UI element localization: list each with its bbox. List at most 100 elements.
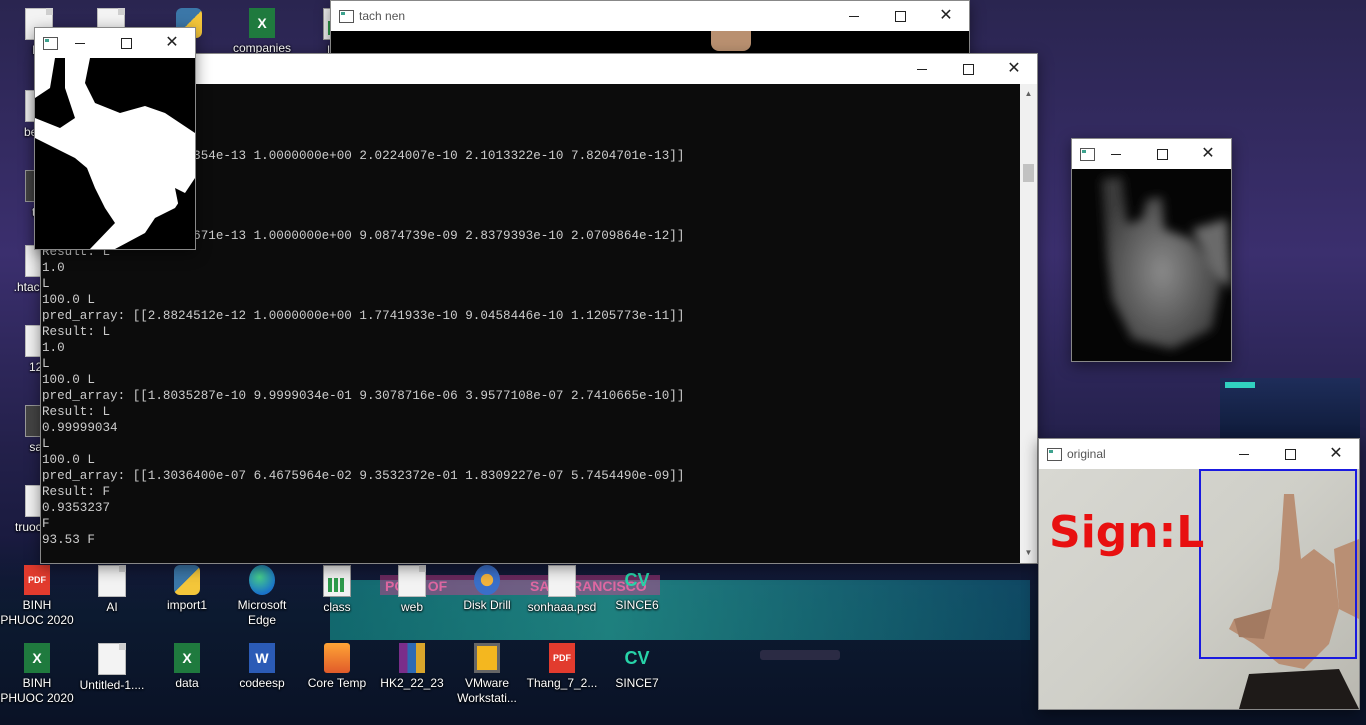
roi-box [1199, 469, 1357, 659]
console-line: L [42, 277, 50, 291]
desktop-icon-label: Untitled-1.... [79, 678, 145, 692]
desktop-icon-label: BINH PHUOC 2020 [0, 598, 74, 627]
minimize-button[interactable] [57, 28, 103, 58]
close-button[interactable]: ✕ [923, 1, 969, 31]
desktop-icon[interactable]: AI [75, 565, 149, 615]
hand-fragment [711, 31, 751, 51]
close-button[interactable]: ✕ [1185, 139, 1231, 169]
console-scrollbar[interactable]: ▲ ▼ [1020, 84, 1037, 563]
file-icon [98, 643, 126, 675]
console-line: pred_array: [[1.3036400e-07 6.4675964e-0… [42, 469, 685, 483]
desktop-icon-label: Thang_7_2... [526, 676, 598, 690]
console-line: 100.0 L [42, 373, 95, 387]
rar-icon [399, 643, 425, 673]
desktop-icon[interactable]: CV SINCE6 [600, 565, 674, 613]
desktop-icon[interactable]: Core Temp [300, 643, 374, 691]
desktop-icon[interactable]: HK2_22_23 [375, 643, 449, 691]
word-icon: W [249, 643, 275, 673]
window-title: tach nen [359, 9, 406, 23]
desktop-icon-label: HK2_22_23 [380, 676, 444, 690]
desktop-icon[interactable]: Disk Drill [450, 565, 524, 613]
titlebar[interactable]: original ✕ [1039, 439, 1359, 469]
prediction-label: Sign:L [1049, 507, 1205, 558]
desktop-icon[interactable]: PDF BINH PHUOC 2020 [0, 565, 74, 628]
pdf-icon: PDF [549, 643, 575, 673]
console-line: pred_array: [[1.8035287e-10 9.9999034e-0… [42, 389, 685, 403]
desktop-icon-label: VMware Workstati... [457, 676, 517, 705]
desktop-icon-label: BINH PHUOC 2020 [0, 676, 74, 705]
desktop-icon-label: SINCE6 [615, 598, 659, 612]
minimize-button[interactable] [899, 54, 945, 84]
desktop-icon[interactable]: Xcompanies [225, 8, 299, 56]
desktop-icon[interactable]: PDF Thang_7_2... [525, 643, 599, 691]
desktop-icon[interactable]: Microsoft Edge [225, 565, 299, 628]
scroll-thumb[interactable] [1023, 164, 1034, 182]
webcam-view: Sign:L [1039, 469, 1359, 709]
minimize-button[interactable] [831, 1, 877, 31]
maximize-button[interactable] [1267, 439, 1313, 469]
file-icon [398, 565, 426, 597]
minimize-button[interactable] [1093, 139, 1139, 169]
xls-icon: X [249, 8, 275, 38]
window-grayscale[interactable]: ✕ [1071, 138, 1232, 362]
desktop-icon-label: AI [106, 600, 118, 614]
pdf-icon: PDF [24, 565, 50, 595]
minimize-button[interactable] [1221, 439, 1267, 469]
psd-icon [548, 565, 576, 597]
console-line: 0.99999034 [42, 421, 118, 435]
titlebar[interactable]: ✕ [35, 28, 195, 58]
desktop-icon[interactable]: VMware Workstati... [450, 643, 524, 706]
xls-icon: X [174, 643, 200, 673]
background-boat [760, 650, 840, 660]
window-original[interactable]: original ✕ Sign:L [1038, 438, 1360, 710]
cv-icon: CV [624, 570, 650, 590]
desktop-icon-label: sonhaaa.psd [527, 600, 597, 614]
maximize-button[interactable] [1139, 139, 1185, 169]
desktop-icon[interactable]: class [300, 565, 374, 615]
desktop-icon-label: class [323, 600, 351, 614]
console-line: L [42, 357, 50, 371]
console-line: Result: F [42, 485, 111, 499]
desktop-icon[interactable]: CV SINCE7 [600, 643, 674, 691]
hand-mask-shape [35, 58, 195, 249]
chart-icon [323, 565, 351, 597]
desktop-icon[interactable]: import1 [150, 565, 224, 613]
temp-icon [324, 643, 350, 673]
desktop-icon[interactable]: Untitled-1.... [75, 643, 149, 693]
window-app-icon [1047, 448, 1062, 461]
file-icon [98, 565, 126, 597]
console-line: 1.0 [42, 261, 65, 275]
console-line: L [42, 437, 50, 451]
scroll-up-arrow-icon[interactable]: ▲ [1020, 86, 1037, 102]
desktop-icon[interactable]: Wcodeesp [225, 643, 299, 691]
maximize-button[interactable] [877, 1, 923, 31]
console-line: 1.0 [42, 341, 65, 355]
desktop-icon-label: import1 [166, 598, 207, 612]
vm-icon [474, 643, 500, 673]
desktop-icon-label: Microsoft Edge [237, 598, 287, 627]
console-line: 0.9353237 [42, 501, 111, 515]
desktop-icon-label: Disk Drill [463, 598, 511, 612]
desktop-icon[interactable]: X BINH PHUOC 2020 [0, 643, 74, 706]
maximize-button[interactable] [103, 28, 149, 58]
close-button[interactable]: ✕ [991, 54, 1037, 84]
desktop-icon-label: data [175, 676, 199, 690]
console-line: F [42, 517, 50, 531]
maximize-button[interactable] [945, 54, 991, 84]
window-title: original [1067, 447, 1106, 461]
close-button[interactable]: ✕ [1313, 439, 1359, 469]
desktop-icon[interactable]: web [375, 565, 449, 615]
titlebar[interactable]: ✕ [1072, 139, 1231, 169]
desktop-icon-label: codeesp [239, 676, 285, 690]
desktop-icon[interactable]: sonhaaa.psd [525, 565, 599, 615]
close-button[interactable]: ✕ [149, 28, 195, 58]
desktop-icon-label: web [400, 600, 423, 614]
desktop-icon[interactable]: Xdata [150, 643, 224, 691]
window-mask[interactable]: ✕ [34, 27, 196, 250]
scroll-down-arrow-icon[interactable]: ▼ [1020, 545, 1037, 561]
console-line: pred_array: [[2.8824512e-12 1.0000000e+0… [42, 309, 685, 323]
console-line: 93.53 F [42, 533, 95, 547]
titlebar[interactable]: tach nen ✕ [331, 1, 969, 31]
window-app-icon [339, 10, 354, 23]
console-line: Result: L [42, 405, 111, 419]
